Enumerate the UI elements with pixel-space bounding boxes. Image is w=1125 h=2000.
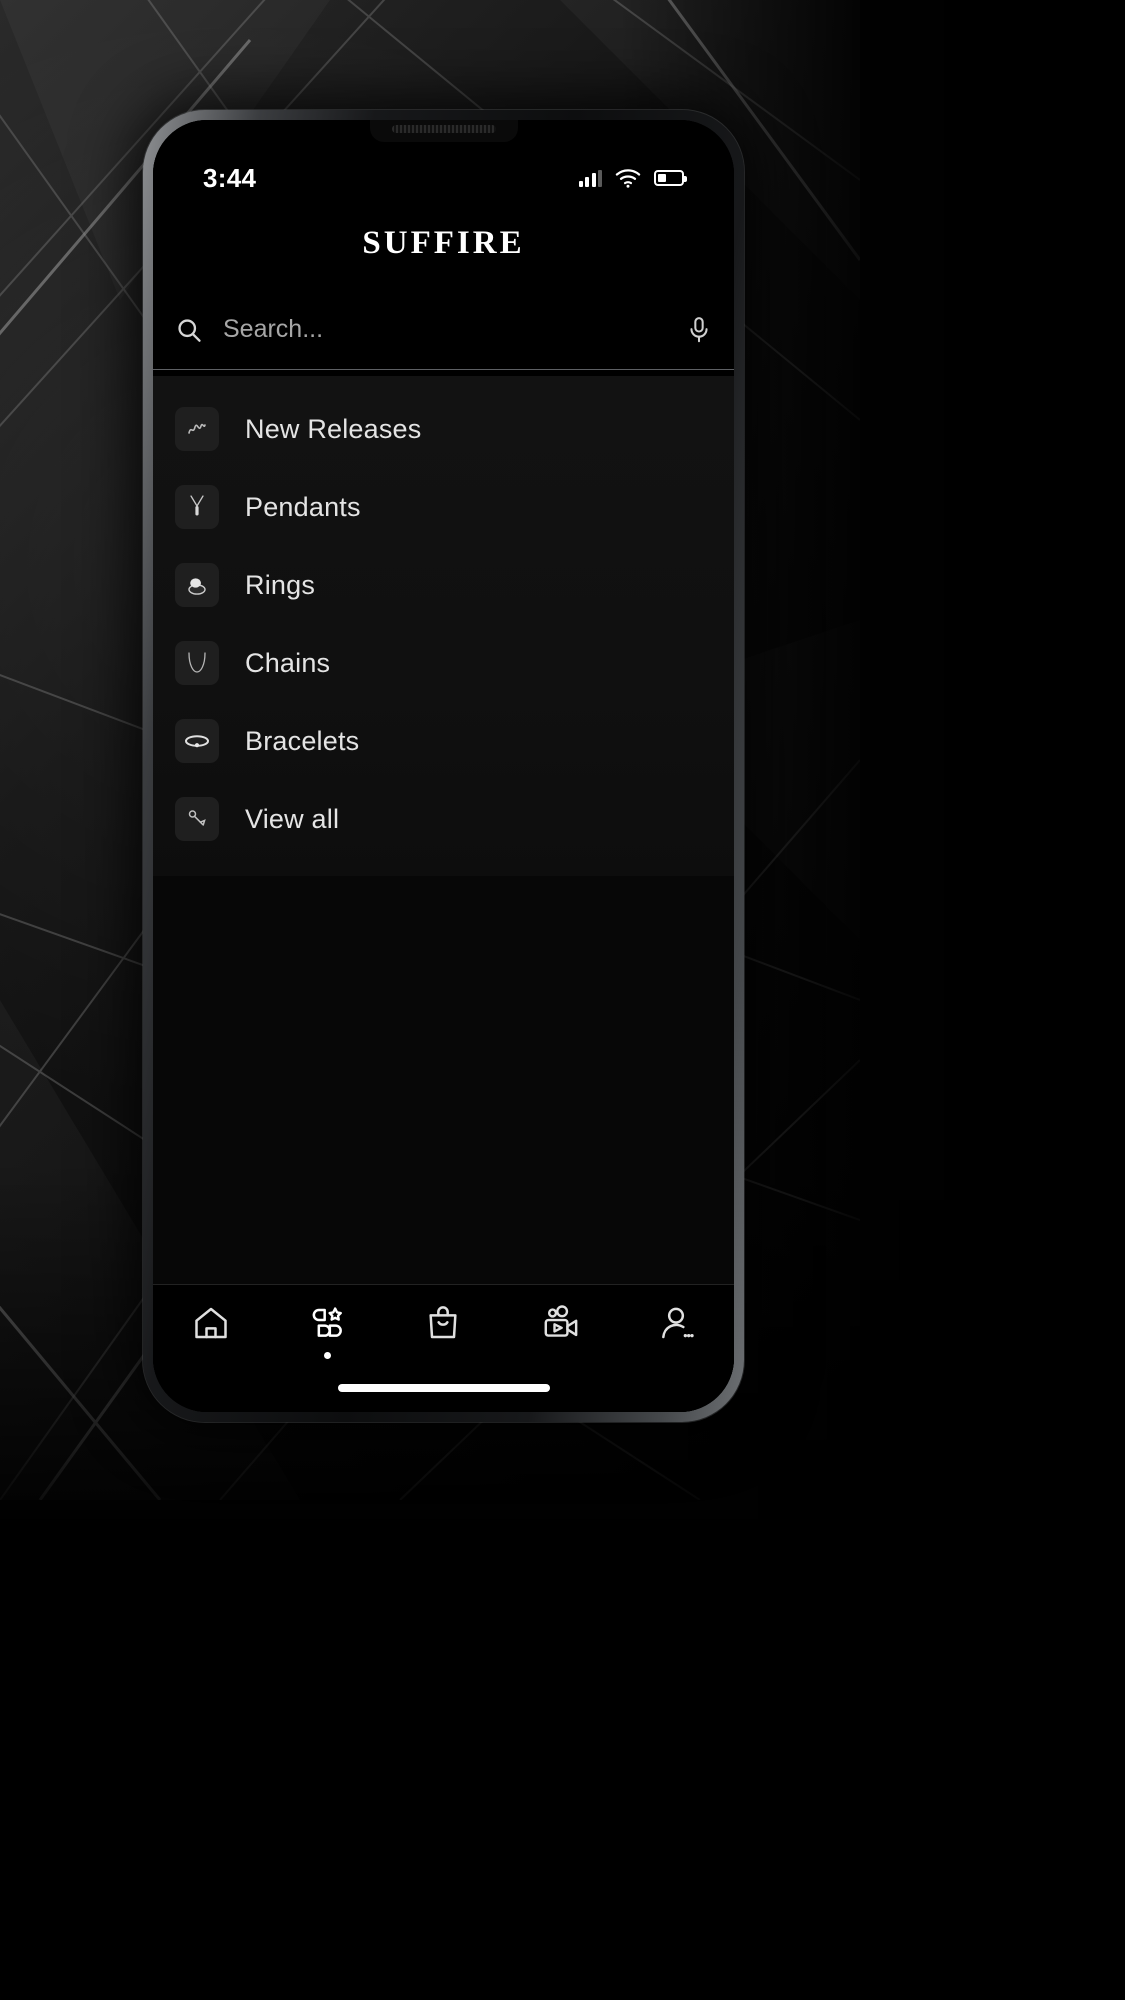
category-list: New Releases Pendants Rings Chains Brace… bbox=[153, 376, 734, 878]
category-label: Rings bbox=[245, 569, 316, 600]
status-bar: 3:44 bbox=[153, 158, 734, 198]
home-indicator[interactable] bbox=[337, 1384, 550, 1392]
screenshot-root: 3:44 SUFFIRE Search... New Releases Pend… bbox=[0, 0, 1125, 2000]
shopping-bag-icon[interactable] bbox=[423, 1303, 463, 1343]
category-item-pendants[interactable]: Pendants bbox=[153, 468, 734, 546]
nav-item-shop[interactable] bbox=[404, 1303, 482, 1343]
search-bar[interactable] bbox=[153, 290, 734, 370]
earring-icon bbox=[175, 797, 219, 841]
chain-necklace-icon bbox=[175, 641, 219, 685]
categories-star-icon[interactable] bbox=[307, 1303, 347, 1343]
bracelet-icon bbox=[175, 719, 219, 763]
cellular-signal-icon bbox=[578, 169, 602, 187]
nav-item-categories[interactable] bbox=[288, 1303, 366, 1359]
category-item-view-all[interactable]: View all bbox=[153, 780, 734, 858]
category-label: View all bbox=[245, 803, 340, 834]
notch bbox=[369, 120, 518, 142]
home-icon[interactable] bbox=[191, 1303, 231, 1343]
phone-mockup: 3:44 SUFFIRE Search... New Releases Pend… bbox=[143, 110, 744, 1422]
nav-item-videos[interactable] bbox=[521, 1303, 599, 1343]
microphone-icon[interactable] bbox=[686, 316, 712, 344]
page-title: SUFFIRE bbox=[362, 225, 525, 261]
status-clock: 3:44 bbox=[203, 162, 257, 193]
category-item-new-releases[interactable]: New Releases bbox=[153, 390, 734, 468]
category-label: Chains bbox=[245, 647, 331, 678]
phone-screen: 3:44 SUFFIRE Search... New Releases Pend… bbox=[153, 120, 734, 1412]
active-indicator-dot bbox=[323, 1352, 331, 1359]
battery-low-icon bbox=[654, 170, 687, 186]
user-profile-icon[interactable] bbox=[656, 1303, 696, 1343]
video-camera-icon[interactable] bbox=[539, 1303, 581, 1343]
phone-bezel: 3:44 SUFFIRE Search... New Releases Pend… bbox=[153, 120, 734, 1412]
earpiece-speaker bbox=[391, 125, 496, 133]
nav-item-profile[interactable] bbox=[637, 1303, 715, 1343]
search-icon[interactable] bbox=[175, 316, 203, 344]
category-label: New Releases bbox=[245, 413, 422, 444]
status-icons bbox=[578, 168, 687, 188]
pendant-icon bbox=[175, 485, 219, 529]
bottom-navigation-bar bbox=[153, 1284, 734, 1412]
category-label: Bracelets bbox=[245, 725, 360, 756]
nav-item-home[interactable] bbox=[172, 1303, 250, 1343]
category-item-bracelets[interactable]: Bracelets bbox=[153, 702, 734, 780]
search-input[interactable] bbox=[203, 315, 686, 344]
wifi-icon bbox=[615, 168, 641, 188]
content-area-empty bbox=[153, 876, 734, 1284]
ring-icon bbox=[175, 563, 219, 607]
category-item-chains[interactable]: Chains bbox=[153, 624, 734, 702]
category-label: Pendants bbox=[245, 491, 361, 522]
sparkle-new-icon bbox=[175, 407, 219, 451]
category-item-rings[interactable]: Rings bbox=[153, 546, 734, 624]
